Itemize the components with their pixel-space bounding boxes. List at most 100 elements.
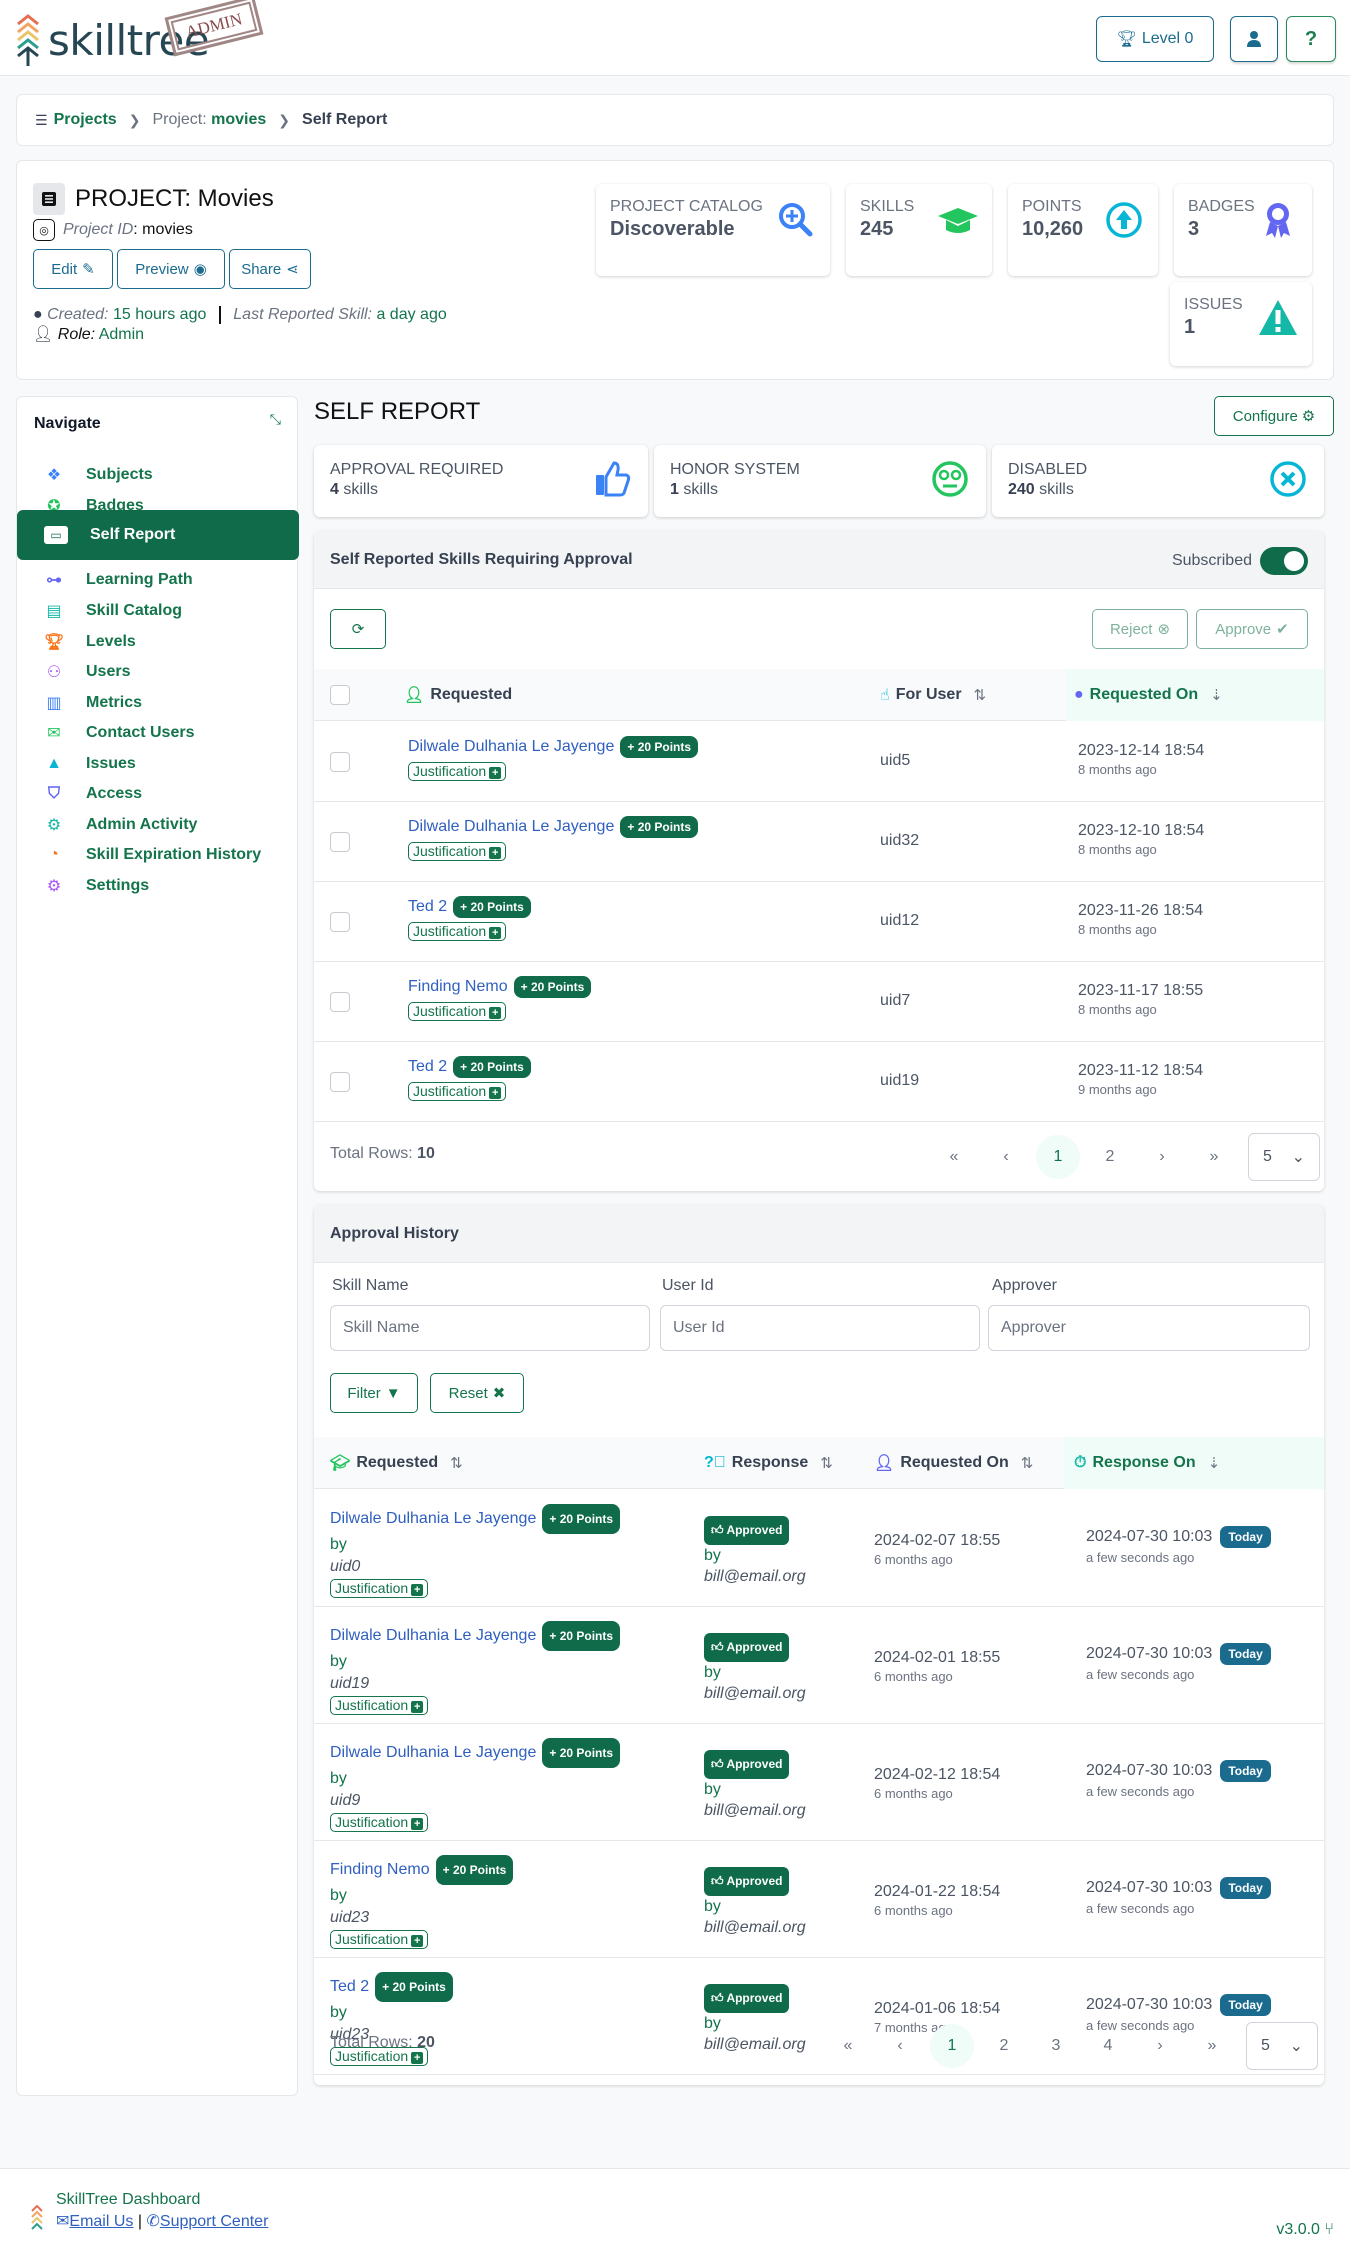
col-requested[interactable]: 👤︎ Requested <box>404 669 704 721</box>
justification-toggle[interactable]: Justification + <box>408 1082 507 1101</box>
row-checkbox[interactable] <box>330 752 350 772</box>
col-response-on[interactable]: ⏱︎ Response On ⇣ <box>1064 1437 1324 1489</box>
skill-link[interactable]: Ted 2 <box>408 1058 447 1075</box>
response-cell: 👍︎ Approved by bill@email.org <box>704 1750 806 1821</box>
breadcrumb-projects[interactable]: Projects <box>54 111 117 129</box>
col-response[interactable]: ?⃝ Response ⇅ <box>704 1437 864 1489</box>
breadcrumb-project[interactable]: movies <box>211 111 266 129</box>
approve-button[interactable]: Approve ✔ <box>1196 609 1308 649</box>
sort-icon: ⇅ <box>450 1455 463 1472</box>
envelope-icon: ✉ <box>56 2213 70 2230</box>
configure-label: Configure <box>1232 407 1298 425</box>
stat-issues[interactable]: Issues 1 <box>1170 282 1312 366</box>
last-page-button[interactable]: » <box>1192 1135 1236 1179</box>
page-1-button[interactable]: 1 <box>930 2024 974 2068</box>
response-date: 2024-07-30 10:03 <box>1086 1879 1213 1897</box>
reject-button[interactable]: Reject ⊗ <box>1092 609 1188 649</box>
skill-link[interactable]: Finding Nemo <box>408 978 508 995</box>
approver-input[interactable] <box>988 1305 1310 1351</box>
justification-toggle[interactable]: Justification + <box>330 1696 429 1715</box>
collapse-icon[interactable]: ⤡ <box>270 411 281 428</box>
next-page-button[interactable]: › <box>1138 2024 1182 2068</box>
email-us-link[interactable]: Email Us <box>69 2213 133 2230</box>
select-all-checkbox[interactable] <box>330 685 350 705</box>
page-4-button[interactable]: 4 <box>1086 2024 1130 2068</box>
edit-project-button[interactable]: Edit ✎ <box>33 249 113 289</box>
row-checkbox[interactable] <box>330 832 350 852</box>
last-page-button[interactable]: » <box>1190 2024 1234 2068</box>
stat-skills[interactable]: Skills 245 <box>846 184 992 276</box>
first-page-button[interactable]: « <box>932 1135 976 1179</box>
user-id-input[interactable] <box>660 1305 980 1351</box>
user-shield-icon: 👤︎ <box>33 326 54 343</box>
configure-button[interactable]: Configure ⚙ <box>1214 396 1334 436</box>
row-checkbox[interactable] <box>330 992 350 1012</box>
skill-link[interactable]: Dilwale Dulhania Le Jayenge <box>330 1510 536 1527</box>
support-center-link[interactable]: Support Center <box>160 2213 269 2230</box>
by-label: by <box>704 1781 721 1798</box>
page-2-button[interactable]: 2 <box>1088 1135 1132 1179</box>
thumbs-up-icon: 👍︎ <box>711 1874 727 1888</box>
subscribed-toggle[interactable] <box>1260 547 1308 575</box>
sidebar-item-settings[interactable]: ⚙ Settings <box>17 866 299 906</box>
requested-on-cell: 2023-11-12 18:54 9 months ago <box>1078 1062 1203 1097</box>
stat-badges[interactable]: Badges 3 <box>1174 184 1312 276</box>
skill-link[interactable]: Dilwale Dulhania Le Jayenge <box>408 818 614 835</box>
sidebar-item-self-report[interactable]: ▭ Self Report <box>17 510 299 560</box>
col-requested-on[interactable]: ● Requested On ⇣ <box>1066 669 1324 721</box>
level-button[interactable]: 🏆︎ Level 0 <box>1096 16 1214 62</box>
per-page-select[interactable]: 5 ⌄ <box>1246 2022 1318 2070</box>
preview-project-button[interactable]: Preview ◉ <box>117 249 225 289</box>
response-date: 2024-07-30 10:03 <box>1086 1528 1213 1546</box>
page-3-button[interactable]: 3 <box>1034 2024 1078 2068</box>
thumbs-up-icon: 👍︎ <box>711 1523 727 1537</box>
prev-page-button[interactable]: ‹ <box>984 1135 1028 1179</box>
stat-points[interactable]: Points 10,260 <box>1008 184 1158 276</box>
skill-link[interactable]: Ted 2 <box>408 898 447 915</box>
points-badge: + 20 Points <box>620 816 699 838</box>
justification-toggle[interactable]: Justification + <box>408 762 507 781</box>
filter-button[interactable]: Filter ▼ <box>330 1373 418 1413</box>
col-requested-on[interactable]: 👤︎ Requested On ⇅ <box>874 1437 1074 1489</box>
points-badge: + 20 Points <box>542 1504 621 1534</box>
sidebar-item-label: Users <box>86 663 131 680</box>
user-menu-button[interactable] <box>1230 16 1278 62</box>
justification-toggle[interactable]: Justification + <box>330 1813 429 1832</box>
skill-link[interactable]: Dilwale Dulhania Le Jayenge <box>408 738 614 755</box>
col-requested[interactable]: 🎓︎ Requested ⇅ <box>330 1437 690 1489</box>
next-page-button[interactable]: › <box>1140 1135 1184 1179</box>
points-badge: + 20 Points <box>513 976 592 998</box>
skill-link[interactable]: Ted 2 <box>330 1978 369 1995</box>
col-label: For User <box>895 686 962 703</box>
justification-toggle[interactable]: Justification + <box>408 1002 507 1021</box>
plus-square-icon: + <box>489 847 502 859</box>
per-page-select[interactable]: 5 ⌄ <box>1248 1133 1320 1181</box>
share-project-button[interactable]: Share ⋖ <box>229 249 311 289</box>
project-id: ◎ Project ID: movies <box>33 219 193 241</box>
page-2-button[interactable]: 2 <box>982 2024 1026 2068</box>
justification-toggle[interactable]: Justification + <box>330 1930 429 1949</box>
reset-button[interactable]: Reset ✖ <box>430 1373 524 1413</box>
justification-toggle[interactable]: Justification + <box>330 1579 429 1598</box>
skill-link[interactable]: Finding Nemo <box>330 1861 430 1878</box>
skill-link[interactable]: Dilwale Dulhania Le Jayenge <box>330 1627 536 1644</box>
justification-toggle[interactable]: Justification + <box>408 842 507 861</box>
row-select-cell <box>330 992 350 1012</box>
justification-toggle[interactable]: Justification + <box>408 922 507 941</box>
requested-ago: 6 months ago <box>874 1903 953 1918</box>
stat-project-catalog[interactable]: Project Catalog Discoverable <box>596 184 830 276</box>
project-meta: ● Created: 15 hours ago Last Reported Sk… <box>33 305 447 345</box>
share-label: Share <box>241 260 282 278</box>
prev-page-button[interactable]: ‹ <box>878 2024 922 2068</box>
shield-icon: ⛉ <box>47 785 60 802</box>
skill-link[interactable]: Dilwale Dulhania Le Jayenge <box>330 1744 536 1761</box>
row-checkbox[interactable] <box>330 1072 350 1092</box>
first-page-button[interactable]: « <box>826 2024 870 2068</box>
col-for-user[interactable]: ☝︎ For User ⇅ <box>880 669 1080 721</box>
page-1-button[interactable]: 1 <box>1036 1135 1080 1179</box>
row-checkbox[interactable] <box>330 912 350 932</box>
refresh-button[interactable]: ⟳ <box>330 609 386 649</box>
table-row: Dilwale Dulhania Le Jayenge + 20 Points by… <box>314 1724 1324 1841</box>
skill-name-input[interactable] <box>330 1305 650 1351</box>
help-button[interactable]: ? <box>1286 16 1336 62</box>
